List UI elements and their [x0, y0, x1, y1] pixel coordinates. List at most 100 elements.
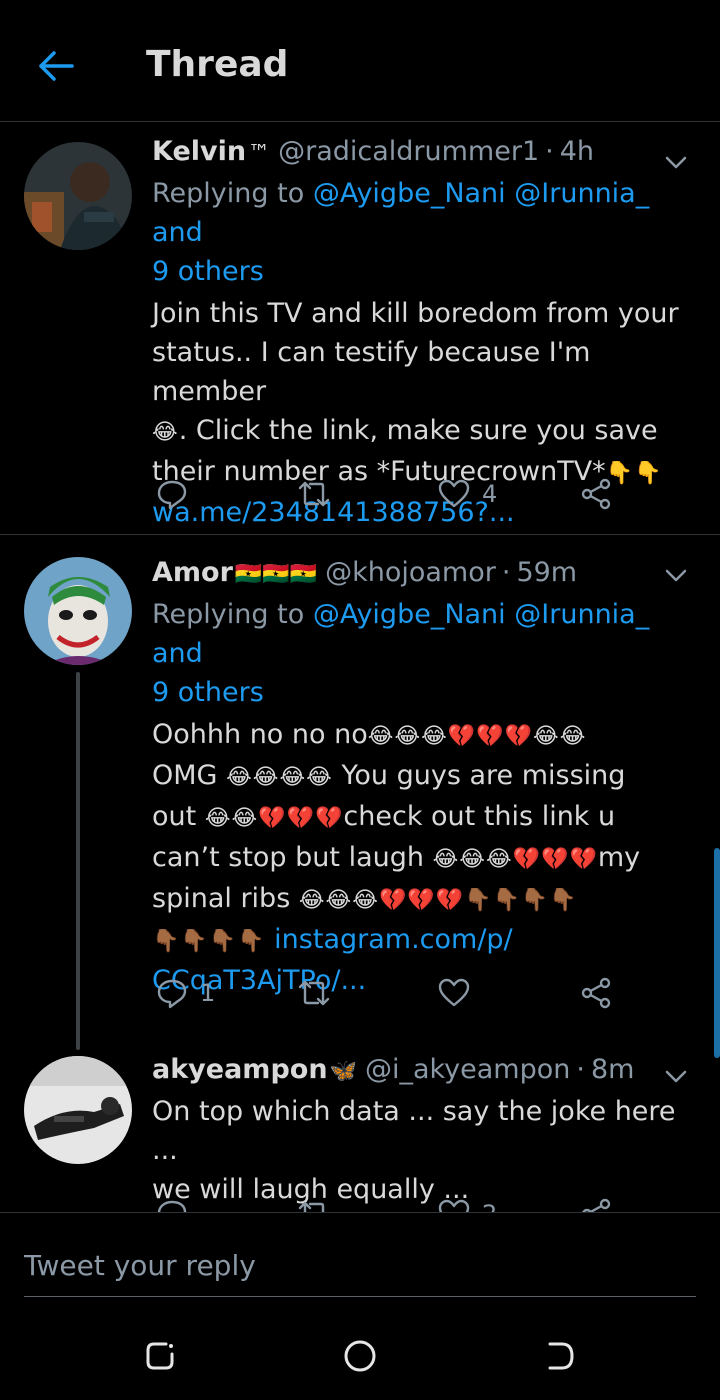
- tweet-text-line: spinal ribs: [152, 883, 299, 914]
- tweet-actions: 2: [152, 1194, 672, 1212]
- replying-to: Replying to @Ayigbe_Nani @Irunnia_ and 9…: [152, 174, 700, 291]
- retweet-button[interactable]: [296, 1194, 344, 1212]
- home-icon[interactable]: [338, 1334, 382, 1378]
- system-navigation-bar: [0, 1312, 720, 1400]
- replying-to: Replying to @Ayigbe_Nani @Irunnia_ and 9…: [152, 595, 700, 712]
- tweet-text-line: check out this link u: [343, 801, 616, 832]
- mention-link[interactable]: @Ayigbe_Nani: [313, 178, 506, 209]
- mention-link[interactable]: @Irunnia_: [514, 599, 649, 630]
- back-arrow-icon[interactable]: [30, 44, 82, 88]
- tweet-kelvin[interactable]: Kelvin ™ @radicaldrummer1 · 4h Replying …: [0, 122, 720, 534]
- tweet-amor[interactable]: Amor 🇬🇭🇬🇭🇬🇭 @khojoamor · 59m Replying to…: [0, 535, 720, 1035]
- like-button[interactable]: 4: [438, 474, 497, 514]
- mention-link[interactable]: @Ayigbe_Nani: [313, 599, 506, 630]
- like-icon: [438, 479, 470, 508]
- reply-button[interactable]: 1: [156, 973, 215, 1013]
- tweet-text-line: Oohhh no no no: [152, 719, 368, 750]
- recent-apps-icon[interactable]: [138, 1334, 182, 1378]
- top-bar: Thread: [0, 0, 720, 122]
- reply-composer: [0, 1212, 720, 1324]
- tweet-text-line: status.. I can testify because I'm membe…: [152, 337, 591, 407]
- retweet-button[interactable]: [296, 973, 344, 1013]
- display-name[interactable]: akyeampon: [152, 1054, 328, 1085]
- like-count: 2: [482, 1200, 497, 1212]
- tweet-actions: 1: [152, 973, 672, 1013]
- tweet-text-line: my: [597, 842, 641, 873]
- tweet-text-line: OMG: [152, 760, 227, 791]
- thread-connector-line: [76, 672, 80, 1050]
- emoji-sequence: 😂😂😂😂: [226, 765, 333, 790]
- avatar[interactable]: [24, 557, 132, 665]
- mention-link[interactable]: @Irunnia_: [514, 178, 649, 209]
- separator: ·: [501, 557, 511, 588]
- emoji-sequence: 😂😂😂💔💔💔👇🏾👇🏾👇🏾👇🏾: [298, 888, 578, 913]
- mention-link[interactable]: and: [152, 638, 203, 669]
- avatar[interactable]: [24, 1056, 132, 1164]
- reply-count: 1: [200, 979, 216, 1007]
- display-name[interactable]: Amor: [152, 557, 233, 588]
- share-icon: [581, 977, 611, 1009]
- tweet-text-line: can’t stop but laugh: [152, 842, 433, 873]
- display-name[interactable]: Kelvin: [152, 136, 246, 167]
- retweet-icon: [298, 481, 330, 507]
- tweet-text-line: . Click the link, make sure you save: [178, 415, 658, 446]
- timestamp: 8m: [590, 1054, 635, 1085]
- share-icon: [582, 1198, 611, 1212]
- scrollbar[interactable]: [714, 848, 720, 1058]
- tweet-text: Oohhh no no no😂😂😂💔💔💔😂😂 OMG 😂😂😂😂 You guys…: [152, 715, 700, 1000]
- laughing-emoji: 😂: [152, 420, 179, 445]
- user-handle[interactable]: @khojoamor: [325, 557, 496, 588]
- retweet-icon: [298, 1201, 325, 1212]
- tweet-link[interactable]: instagram.com/p/: [274, 924, 512, 955]
- share-button[interactable]: [580, 1194, 612, 1212]
- share-icon: [581, 478, 611, 510]
- reply-input[interactable]: [24, 1235, 696, 1297]
- separator: ·: [545, 136, 554, 167]
- emoji-sequence: 😂😂😂💔💔💔😂😂: [367, 724, 587, 749]
- like-icon: [438, 978, 470, 1007]
- name-badge: ™: [248, 141, 271, 166]
- user-handle[interactable]: @radicaldrummer1: [278, 136, 539, 167]
- emoji-sequence: 😂😂💔💔💔: [204, 806, 344, 831]
- tweet-header: Amor 🇬🇭🇬🇭🇬🇭 @khojoamor · 59m: [152, 557, 700, 595]
- tweet-text-line: Join this TV and kill boredom from your: [152, 298, 679, 329]
- name-badge: 🇬🇭🇬🇭🇬🇭: [234, 562, 318, 587]
- retweet-icon: [298, 980, 330, 1006]
- tweet-text-line: On top which data ... say the joke here …: [152, 1096, 676, 1166]
- user-handle[interactable]: @i_akyeampon: [365, 1054, 570, 1085]
- tweet-text-line: You guys are missing: [332, 760, 626, 791]
- share-button[interactable]: [580, 474, 612, 514]
- replying-to-label: Replying to: [152, 599, 305, 630]
- tweet-actions: 4: [152, 474, 672, 514]
- avatar[interactable]: [24, 142, 132, 250]
- replying-to-label: Replying to: [152, 178, 305, 209]
- name-badge: 🦋: [329, 1059, 357, 1084]
- others-link[interactable]: 9 others: [152, 256, 264, 287]
- chevron-down-icon[interactable]: [662, 1062, 690, 1090]
- others-link[interactable]: 9 others: [152, 677, 264, 708]
- chevron-down-icon[interactable]: [662, 561, 690, 589]
- like-count: 4: [482, 480, 498, 508]
- chevron-down-icon[interactable]: [662, 148, 690, 176]
- reply-icon: [157, 979, 187, 1009]
- retweet-button[interactable]: [296, 474, 344, 514]
- tweet-text-line: out: [152, 801, 205, 832]
- timestamp: 59m: [516, 557, 578, 588]
- share-button[interactable]: [580, 973, 612, 1013]
- tweet-akyeampon[interactable]: akyeampon 🦋 @i_akyeampon · 8m On top whi…: [0, 1040, 720, 1212]
- like-button[interactable]: [438, 973, 482, 1013]
- reply-button[interactable]: [156, 1194, 200, 1212]
- mention-link[interactable]: and: [152, 217, 203, 248]
- tweet-header: Kelvin ™ @radicaldrummer1 · 4h: [152, 136, 700, 174]
- separator: ·: [576, 1054, 585, 1085]
- timestamp: 4h: [559, 136, 595, 167]
- tweet-header: akyeampon 🦋 @i_akyeampon · 8m: [152, 1054, 700, 1092]
- reply-button[interactable]: [156, 474, 200, 514]
- emoji-sequence: 👇🏾👇🏾👇🏾👇🏾: [152, 929, 266, 954]
- page-title: Thread: [146, 44, 289, 85]
- like-icon: [438, 1199, 470, 1212]
- back-nav-icon[interactable]: [538, 1334, 582, 1378]
- reply-icon: [157, 1200, 187, 1212]
- like-button[interactable]: 2: [438, 1194, 497, 1212]
- tweet-text: On top which data ... say the joke here …: [152, 1092, 700, 1209]
